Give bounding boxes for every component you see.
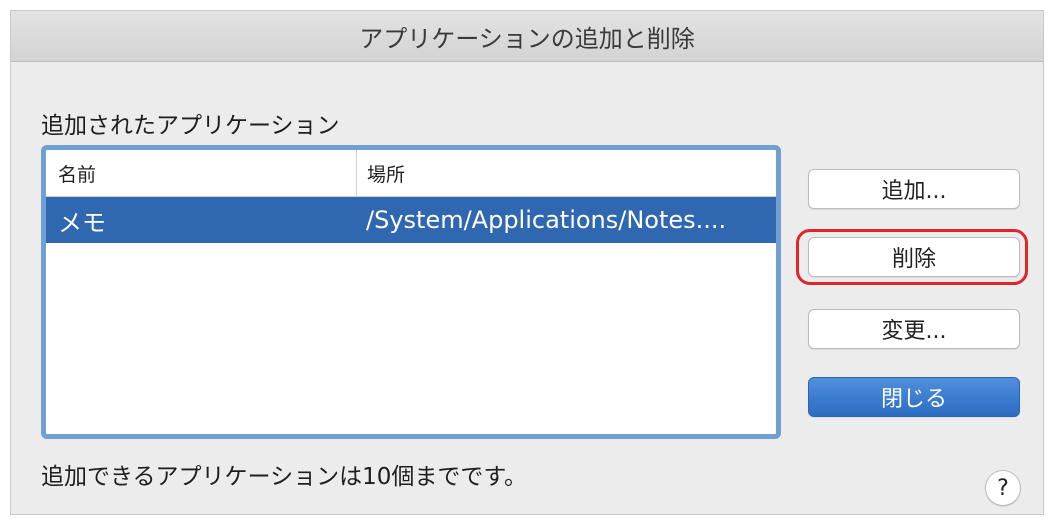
close-button[interactable]: 閉じる xyxy=(808,377,1020,417)
row-app-location: /System/Applications/Notes.... xyxy=(366,206,727,234)
column-header-location[interactable]: 場所 xyxy=(356,150,776,196)
list-header: 名前 場所 xyxy=(46,150,776,197)
help-button[interactable]: ? xyxy=(985,470,1021,506)
row-app-name: メモ xyxy=(58,208,106,237)
delete-button-highlight xyxy=(796,229,1028,285)
add-remove-applications-dialog: アプリケーションの追加と削除 追加されたアプリケーション 名前 場所 メモ /S… xyxy=(10,10,1044,515)
change-button[interactable]: 変更... xyxy=(808,309,1020,349)
column-header-name[interactable]: 名前 xyxy=(46,150,356,196)
list-row-selected[interactable]: メモ /System/Applications/Notes.... xyxy=(46,197,776,243)
add-button[interactable]: 追加... xyxy=(808,169,1020,209)
help-icon: ? xyxy=(997,475,1009,501)
added-applications-label: 追加されたアプリケーション xyxy=(41,113,340,139)
applications-list[interactable]: 名前 場所 メモ /System/Applications/Notes.... xyxy=(41,145,781,439)
app-limit-note: 追加できるアプリケーションは10個までです。 xyxy=(41,464,528,490)
dialog-title: アプリケーションの追加と削除 xyxy=(11,11,1043,62)
